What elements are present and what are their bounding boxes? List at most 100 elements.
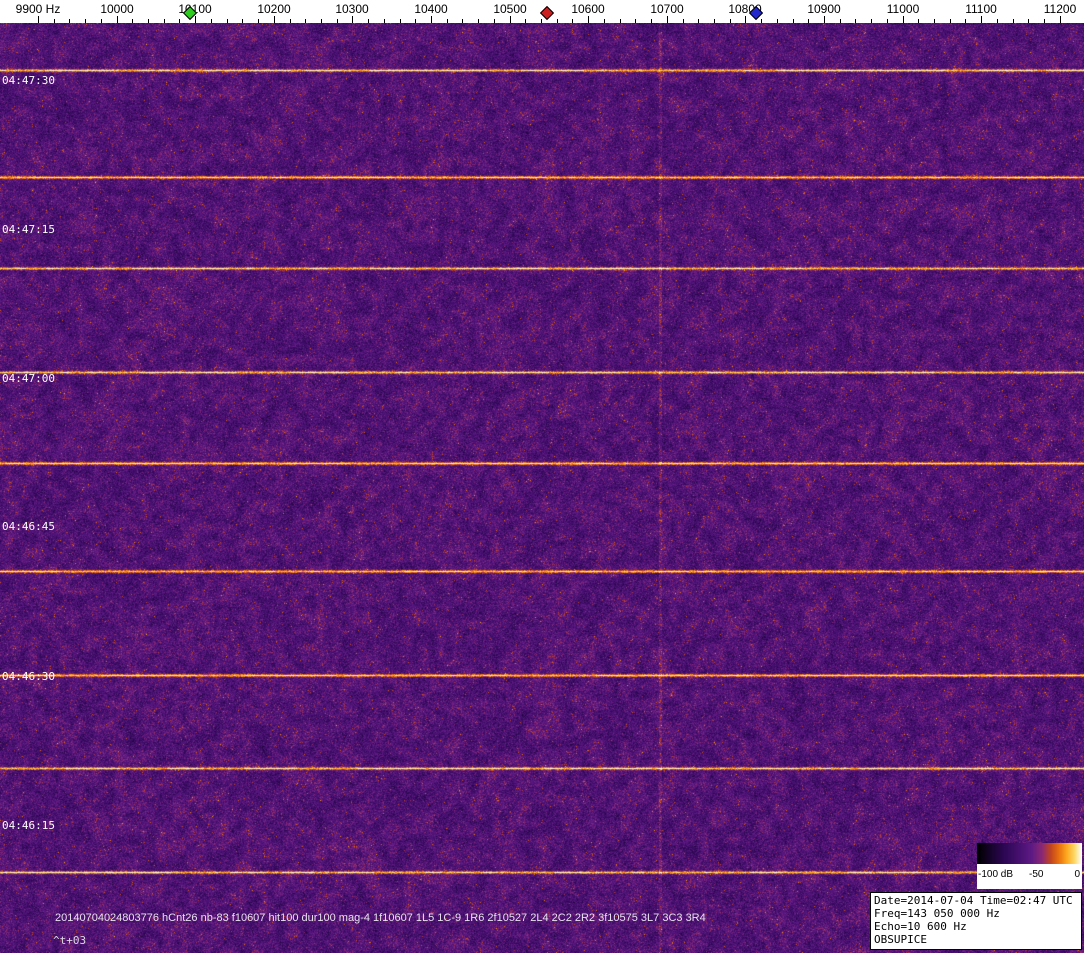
ruler-tick	[981, 16, 982, 23]
ruler-tick	[447, 19, 448, 23]
ruler-tick	[179, 19, 180, 23]
ruler-tick	[415, 19, 416, 23]
freq-label: 11000	[886, 2, 920, 16]
ruler-tick	[588, 16, 589, 23]
ruler-tick	[604, 19, 605, 23]
ruler-tick	[101, 19, 102, 23]
red-diamond-marker-icon[interactable]	[539, 5, 555, 21]
ruler-tick	[242, 19, 243, 23]
ruler-tick	[934, 19, 935, 23]
ruler-tick	[510, 16, 511, 23]
ruler-tick	[1028, 19, 1029, 23]
info-echo-line: Echo=10 600 Hz	[874, 920, 967, 933]
waterfall-display	[0, 23, 1084, 953]
ruler-tick	[54, 19, 55, 23]
freq-label: 11100	[965, 2, 997, 16]
ruler-tick	[620, 19, 621, 23]
ruler-tick	[887, 19, 888, 23]
ruler-tick	[352, 16, 353, 23]
ruler-tick	[745, 16, 746, 23]
ruler-tick	[164, 19, 165, 23]
ruler-tick	[541, 19, 542, 23]
ruler-tick	[918, 19, 919, 23]
colorbar-gradient	[977, 843, 1082, 864]
ruler-tick	[85, 19, 86, 23]
ruler-tick	[997, 19, 998, 23]
ruler-tick	[903, 16, 904, 23]
ruler-tick	[557, 19, 558, 23]
ruler-tick	[274, 16, 275, 23]
ruler-tick	[69, 19, 70, 23]
freq-label: 10500	[493, 2, 527, 16]
ruler-tick	[651, 19, 652, 23]
freq-label: 10600	[571, 2, 605, 16]
freq-label: 11200	[1043, 2, 1077, 16]
ruler-tick	[635, 19, 636, 23]
colorbar: -100 dB -50 0	[977, 843, 1082, 889]
freq-label: 10700	[650, 2, 684, 16]
freq-label: 10300	[335, 2, 369, 16]
ruler-tick	[431, 16, 432, 23]
colorbar-label-min: -100 dB	[978, 869, 1014, 880]
colorbar-label-max: 0	[1074, 869, 1080, 880]
detection-annotation: 20140704024803776 hCnt26 nb-83 f10607 hi…	[55, 912, 706, 924]
ruler-tick	[462, 19, 463, 23]
ruler-tick	[305, 19, 306, 23]
info-box: Date=2014-07-04 Time=02:47 UTC Freq=143 …	[870, 892, 1082, 950]
ruler-tick	[400, 19, 401, 23]
freq-label: 10900	[807, 2, 841, 16]
ruler-tick	[950, 19, 951, 23]
info-station-line: OBSUPICE	[874, 933, 927, 946]
time-label: 04:47:15	[2, 223, 55, 236]
corner-label: ^t+03	[53, 934, 87, 947]
ruler-tick	[761, 19, 762, 23]
freq-label: 9900 Hz	[15, 2, 61, 16]
ruler-tick	[478, 19, 479, 23]
time-label: 04:46:45	[2, 520, 55, 533]
ruler-tick	[855, 19, 856, 23]
ruler-tick	[667, 16, 668, 23]
ruler-tick	[683, 19, 684, 23]
ruler-tick	[698, 19, 699, 23]
time-label: 04:46:30	[2, 670, 55, 683]
freq-label: 10200	[257, 2, 291, 16]
time-label: 04:47:00	[2, 372, 55, 385]
ruler-tick	[840, 19, 841, 23]
ruler-tick	[714, 19, 715, 23]
ruler-tick	[38, 16, 39, 23]
ruler-tick	[384, 19, 385, 23]
ruler-tick	[132, 19, 133, 23]
info-date-line: Date=2014-07-04 Time=02:47 UTC	[874, 894, 1073, 907]
ruler-tick	[1060, 16, 1061, 23]
ruler-tick	[368, 19, 369, 23]
ruler-tick	[148, 19, 149, 23]
ruler-tick	[258, 19, 259, 23]
freq-label: 10400	[414, 2, 448, 16]
ruler-tick	[494, 19, 495, 23]
ruler-tick	[871, 19, 872, 23]
ruler-tick	[572, 19, 573, 23]
ruler-tick	[808, 19, 809, 23]
colorbar-labels: -100 dB -50 0	[977, 864, 1082, 889]
colorbar-label-mid: -50	[1029, 869, 1044, 880]
ruler-tick	[117, 16, 118, 23]
ruler-tick	[290, 19, 291, 23]
meteor-spectrogram-window: 9900 Hz 10000 10100 10200 10300 10400 10500 106…	[0, 0, 1084, 953]
ruler-tick	[824, 16, 825, 23]
ruler-tick	[195, 16, 196, 23]
ruler-tick	[1044, 19, 1045, 23]
ruler-tick	[793, 19, 794, 23]
time-label: 04:46:15	[2, 819, 55, 832]
frequency-ruler[interactable]: 9900 Hz 10000 10100 10200 10300 10400 10500 106…	[0, 0, 1084, 23]
ruler-tick	[777, 19, 778, 23]
ruler-tick	[211, 19, 212, 23]
ruler-tick	[321, 19, 322, 23]
ruler-tick	[730, 19, 731, 23]
time-label: 04:47:30	[2, 74, 55, 87]
ruler-tick	[337, 19, 338, 23]
ruler-tick	[227, 19, 228, 23]
ruler-tick	[1013, 19, 1014, 23]
ruler-tick	[965, 19, 966, 23]
info-freq-line: Freq=143 050 000 Hz	[874, 907, 1000, 920]
freq-label: 10000	[100, 2, 134, 16]
